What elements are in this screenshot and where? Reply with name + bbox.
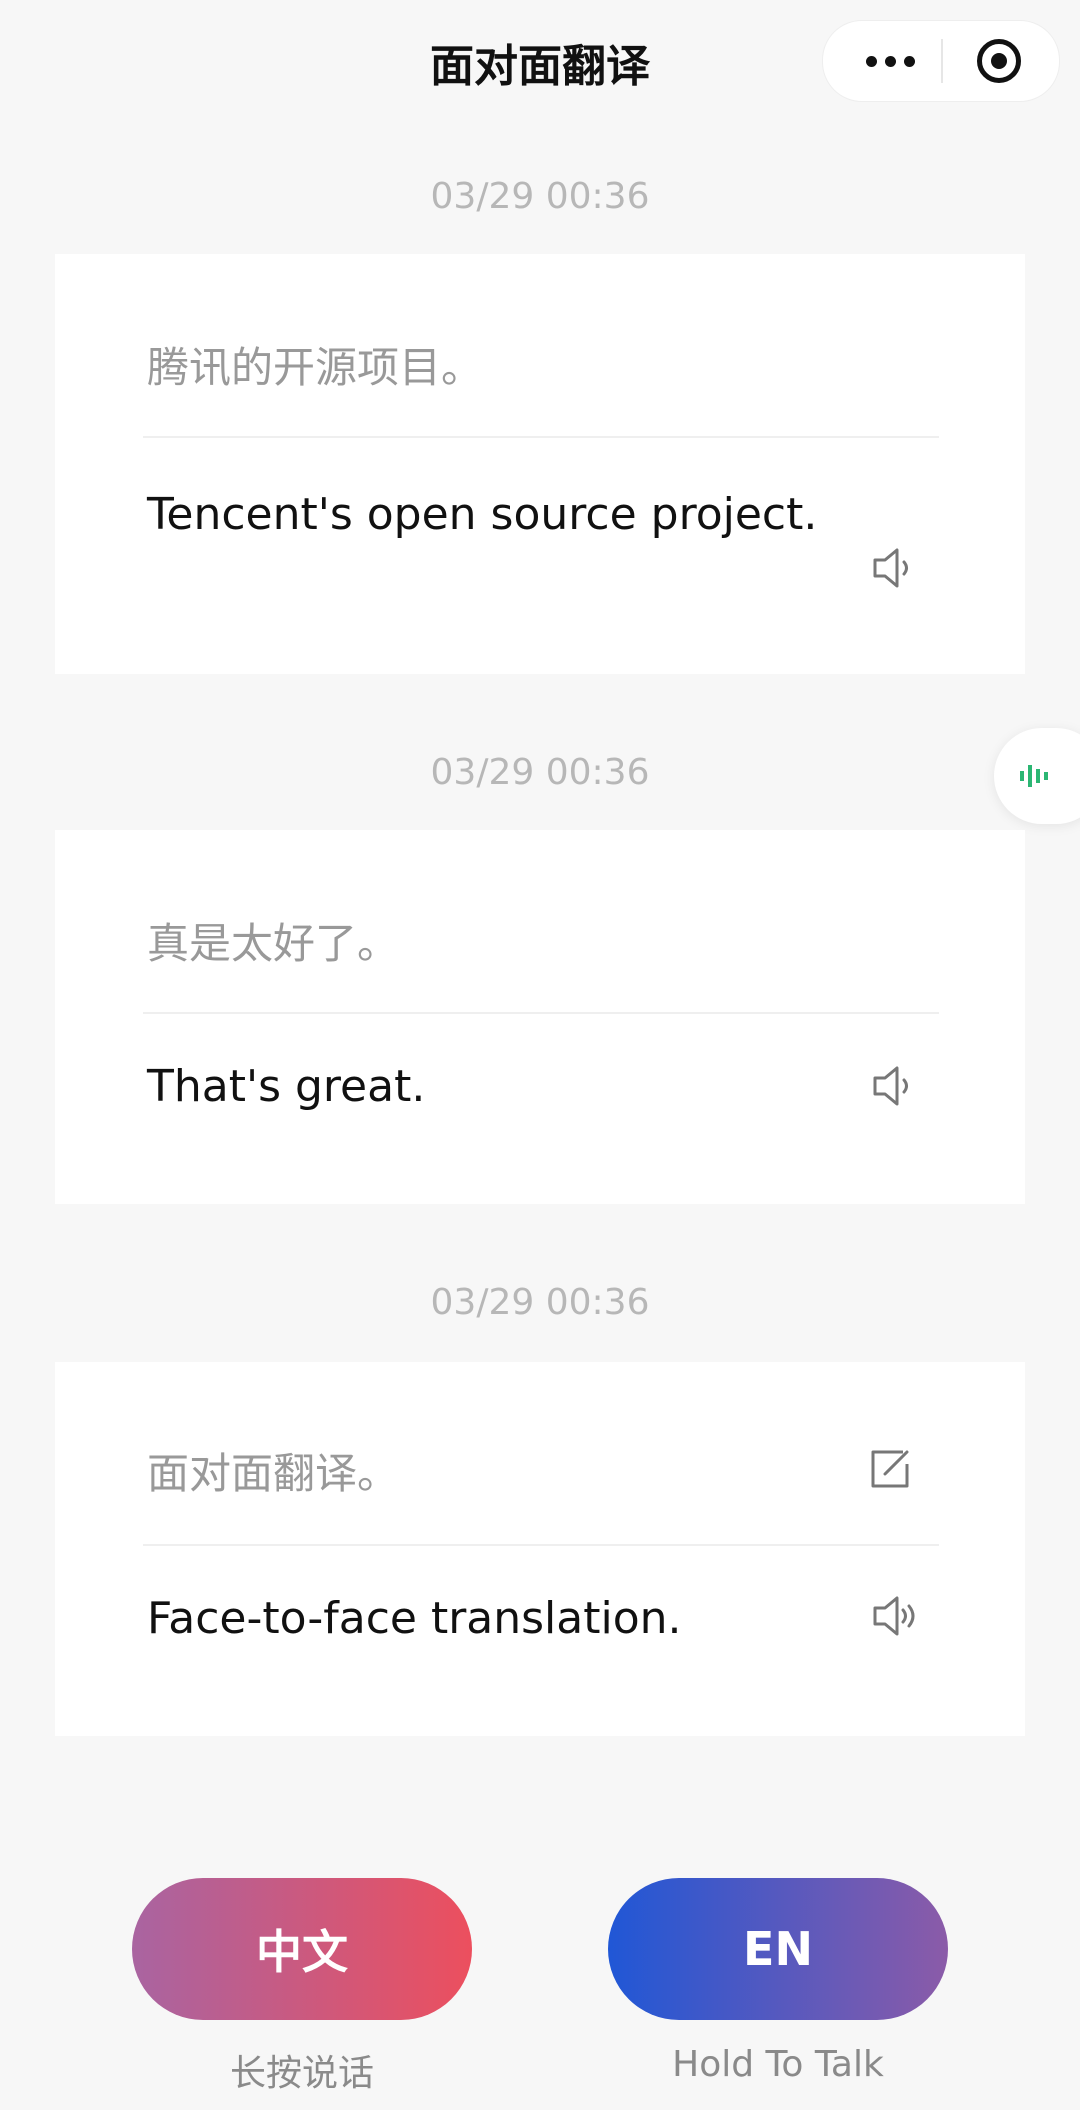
header: 面对面翻译 [0, 0, 1080, 120]
edit-icon[interactable] [865, 1442, 917, 1494]
message-timestamp: 03/29 00:36 [430, 1282, 650, 1323]
hold-to-talk-chinese-button[interactable]: 中文 [132, 1878, 472, 2020]
message-card: 面对面翻译。 Face-to-face translation. [55, 1362, 1025, 1736]
speaker-icon[interactable] [869, 1590, 921, 1642]
target-text: Face-to-face translation. [147, 1593, 682, 1644]
source-text: 腾讯的开源项目。 [147, 343, 484, 392]
more-icon[interactable] [845, 21, 935, 101]
hold-to-talk-english-button[interactable]: EN [608, 1878, 948, 2020]
target-text: That's great. [147, 1061, 426, 1112]
message-timestamp: 03/29 00:36 [430, 176, 650, 217]
source-text: 真是太好了。 [147, 919, 400, 968]
source-text: 面对面翻译。 [147, 1449, 400, 1498]
speaker-icon[interactable] [869, 542, 921, 594]
target-icon[interactable] [977, 39, 1021, 83]
card-divider [143, 1012, 939, 1014]
capsule-divider [941, 39, 943, 83]
message-timestamp: 03/29 00:36 [430, 752, 650, 793]
chinese-hint-label: 长按说话 [229, 2053, 374, 2094]
card-divider [143, 1544, 939, 1546]
english-hint-label: Hold To Talk [672, 2044, 884, 2085]
message-card: 腾讯的开源项目。 Tencent's open source project. [55, 254, 1025, 674]
card-divider [143, 436, 939, 438]
speaker-icon[interactable] [869, 1060, 921, 1112]
mini-program-capsule [822, 20, 1060, 102]
target-text: Tencent's open source project. [147, 489, 818, 540]
message-card: 真是太好了。 That's great. [55, 830, 1025, 1204]
